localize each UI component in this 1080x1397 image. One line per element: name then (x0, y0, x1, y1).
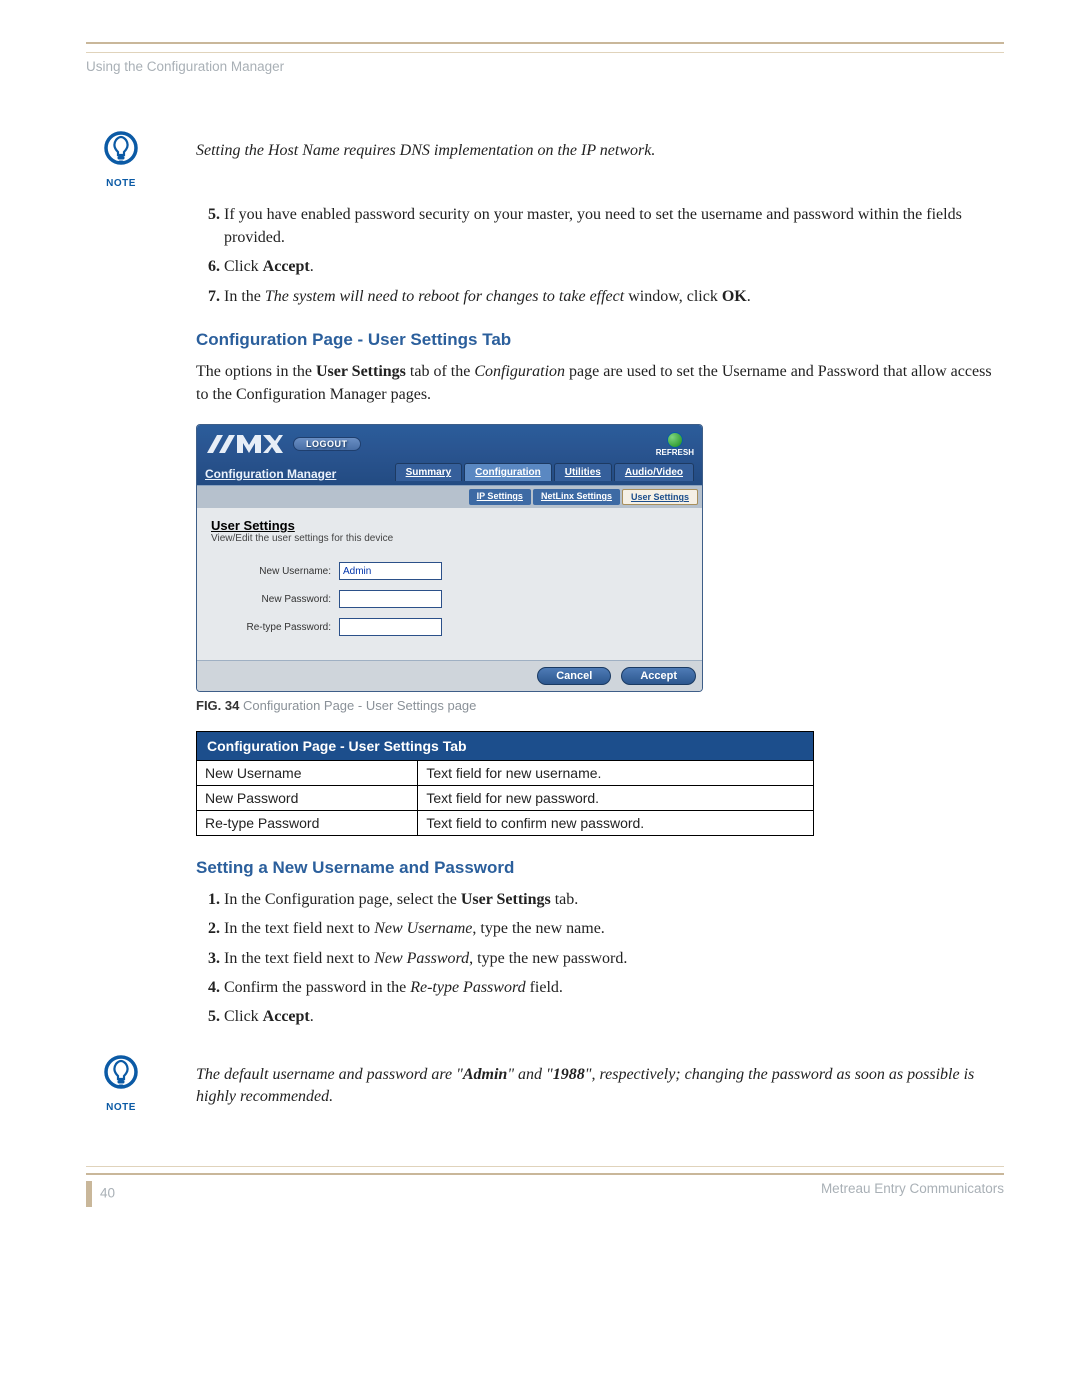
table-row: New Password Text field for new password… (197, 786, 814, 811)
p1-mid: tab of the (406, 363, 474, 380)
note-text-1: Setting the Host Name requires DNS imple… (196, 130, 655, 162)
stepb-3: In the text field next to New Password, … (224, 947, 1004, 970)
sb3-post: , type the new password. (469, 950, 627, 967)
p1-it: Configuration (474, 363, 565, 380)
stepb-5: Click Accept. (224, 1005, 1004, 1028)
refresh-button[interactable]: REFRESH (656, 432, 694, 457)
step-5: If you have enabled password security on… (224, 203, 1004, 249)
sb5-post: . (310, 1008, 314, 1025)
label-new-password: New Password: (211, 594, 339, 605)
accept-button[interactable]: Accept (621, 667, 696, 685)
sb2-pre: In the text field next to (224, 920, 374, 937)
table-cell-key: New Password (197, 786, 418, 811)
tab-configuration[interactable]: Configuration (464, 463, 552, 481)
heading-user-settings-tab: Configuration Page - User Settings Tab (196, 330, 1004, 350)
step6-bold: Accept (263, 258, 310, 275)
step-7: In the The system will need to reboot fo… (224, 285, 1004, 308)
n2-b1: Admin (463, 1066, 507, 1083)
table-cell-val: Text field for new password. (418, 786, 814, 811)
page-number: 40 (86, 1181, 115, 1207)
step7-post: . (747, 288, 751, 305)
sb4-pre: Confirm the password in the (224, 979, 410, 996)
steps-list-a: If you have enabled password security on… (196, 203, 1004, 308)
intro-paragraph: The options in the User Settings tab of … (196, 360, 1004, 406)
page-number-text: 40 (100, 1186, 115, 1201)
running-header: Using the Configuration Manager (86, 59, 1004, 74)
note-icon: NOTE (86, 130, 156, 189)
table-cell-val: Text field for new username. (418, 761, 814, 786)
subtab-user-settings[interactable]: User Settings (622, 489, 698, 505)
sb2-post: , type the new name. (472, 920, 604, 937)
table-cell-key: New Username (197, 761, 418, 786)
refresh-icon (667, 432, 683, 448)
table-cell-val: Text field to confirm new password. (418, 811, 814, 836)
cancel-button[interactable]: Cancel (537, 667, 611, 685)
sb1-post: tab. (551, 891, 579, 908)
p1-b1: User Settings (316, 363, 406, 380)
input-new-username[interactable] (339, 562, 442, 580)
sb3-pre: In the text field next to (224, 950, 374, 967)
tab-utilities[interactable]: Utilities (554, 463, 612, 481)
figure-number: FIG. 34 (196, 698, 239, 713)
n2-mid: " and " (507, 1066, 552, 1083)
sb3-it: New Password (374, 950, 469, 967)
table-row: New Username Text field for new username… (197, 761, 814, 786)
sb5-pre: Click (224, 1008, 263, 1025)
step6-post: . (310, 258, 314, 275)
stepb-4: Confirm the password in the Re-type Pass… (224, 976, 1004, 999)
figure-caption-text: Configuration Page - User Settings page (239, 698, 476, 713)
sb1-pre: In the Configuration page, select the (224, 891, 461, 908)
footer-rule (86, 1166, 1004, 1175)
header-rule (86, 42, 1004, 53)
figure-caption: FIG. 34 Configuration Page - User Settin… (196, 698, 1004, 713)
table-cell-key: Re-type Password (197, 811, 418, 836)
p1-pre: The options in the (196, 363, 316, 380)
footer-title: Metreau Entry Communicators (821, 1181, 1004, 1207)
input-new-password[interactable] (339, 590, 442, 608)
step7-it: The system will need to reboot for chang… (265, 288, 624, 305)
label-retype-password: Re-type Password: (211, 622, 339, 633)
step7-pre: In the (224, 288, 265, 305)
panel-subtitle: View/Edit the user settings for this dev… (211, 533, 688, 544)
cm-title: Configuration Manager (205, 467, 336, 481)
amx-logo: LOGOUT (205, 431, 361, 457)
heading-setting-new-credentials: Setting a New Username and Password (196, 858, 1004, 878)
n2-b2: 1988 (553, 1066, 585, 1083)
sb1-b: User Settings (461, 891, 551, 908)
note-label: NOTE (86, 1102, 156, 1113)
note-icon: NOTE (86, 1054, 156, 1113)
note-label: NOTE (86, 178, 156, 189)
step6-pre: Click (224, 258, 263, 275)
logout-button[interactable]: LOGOUT (293, 437, 361, 451)
sb5-b: Accept (263, 1008, 310, 1025)
n2-pre: The default username and password are " (196, 1066, 463, 1083)
stepb-2: In the text field next to New Username, … (224, 917, 1004, 940)
step7-mid: window, click (624, 288, 722, 305)
subtab-ip-settings[interactable]: IP Settings (469, 489, 531, 505)
sb4-post: field. (526, 979, 563, 996)
tab-summary[interactable]: Summary (395, 463, 463, 481)
panel-title: User Settings (211, 518, 688, 533)
table-row: Re-type Password Text field to confirm n… (197, 811, 814, 836)
refresh-label: REFRESH (656, 448, 694, 457)
stepb-1: In the Configuration page, select the Us… (224, 888, 1004, 911)
steps-list-b: In the Configuration page, select the Us… (196, 888, 1004, 1028)
step7-bold: OK (722, 288, 747, 305)
label-new-username: New Username: (211, 566, 339, 577)
step-6: Click Accept. (224, 255, 1004, 278)
screenshot-figure: LOGOUT REFRESH Configuration Manager Sum… (196, 424, 703, 692)
table-header: Configuration Page - User Settings Tab (197, 732, 814, 761)
sb2-it: New Username (374, 920, 472, 937)
subtab-netlinx-settings[interactable]: NetLinx Settings (533, 489, 620, 505)
sb4-it: Re-type Password (410, 979, 525, 996)
note-text-2: The default username and password are "A… (196, 1054, 1004, 1107)
input-retype-password[interactable] (339, 618, 442, 636)
description-table: Configuration Page - User Settings Tab N… (196, 731, 814, 836)
tab-audio-video[interactable]: Audio/Video (614, 463, 694, 481)
